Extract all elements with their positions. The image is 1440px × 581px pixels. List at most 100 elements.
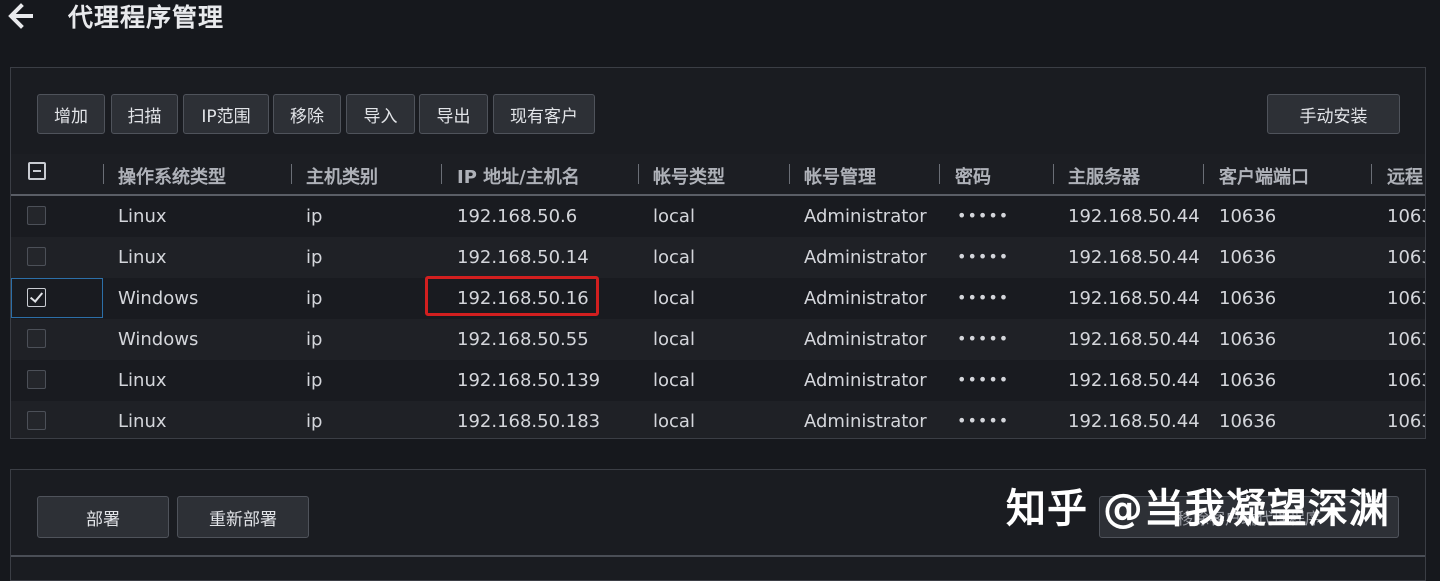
column-separator[interactable] (103, 164, 104, 184)
column-header-server[interactable]: 主服务器 (1068, 163, 1140, 189)
column-separator[interactable] (291, 164, 292, 184)
table-row[interactable]: Windows ip 192.168.50.55 local Administrator… (11, 319, 1425, 360)
cell-host-type: ip (306, 288, 323, 309)
table-row[interactable]: Linux ip 192.168.50.139 local Administrator •… (11, 360, 1425, 401)
cell-password: ••••• (957, 247, 1010, 266)
export-button[interactable]: 导出 (419, 94, 488, 134)
cell-client-port: 10636 (1219, 370, 1277, 391)
cell-host-type: ip (306, 247, 323, 268)
column-header-remote[interactable]: 远程 (1387, 163, 1423, 189)
cell-account-type: local (653, 206, 695, 227)
import-button[interactable]: 导入 (346, 94, 415, 134)
manual-install-button[interactable]: 手动安装 (1267, 94, 1400, 134)
column-separator[interactable] (441, 164, 442, 184)
cell-account: Administrator (804, 370, 927, 391)
row-checkbox[interactable] (27, 288, 46, 307)
column-separator[interactable] (638, 164, 639, 184)
existing-clients-button[interactable]: 现有客户 (493, 94, 595, 134)
cell-os: Linux (118, 206, 167, 227)
cell-account: Administrator (804, 329, 927, 350)
cell-server: 192.168.50.44 (1068, 411, 1200, 432)
highlight-box (425, 276, 599, 316)
cell-client-port: 10636 (1219, 329, 1277, 350)
cell-host-type: ip (306, 329, 323, 350)
cell-remote: 1063 (1387, 288, 1425, 309)
cell-host-type: ip (306, 206, 323, 227)
column-separator[interactable] (1053, 164, 1054, 184)
cell-account-type: local (653, 247, 695, 268)
cell-os: Windows (118, 329, 199, 350)
cell-host-type: ip (306, 370, 323, 391)
deploy-button[interactable]: 部署 (37, 496, 169, 538)
divider (11, 555, 1425, 557)
cell-server: 192.168.50.44 (1068, 329, 1200, 350)
cell-password: ••••• (957, 288, 1010, 307)
cell-server: 192.168.50.44 (1068, 206, 1200, 227)
column-header-client-port[interactable]: 客户端端口 (1219, 163, 1309, 189)
table-row[interactable]: Linux ip 192.168.50.14 local Administrator ••… (11, 237, 1425, 278)
cell-account-type: local (653, 288, 695, 309)
cell-ip: 192.168.50.6 (457, 206, 578, 227)
scan-button[interactable]: 扫描 (111, 94, 178, 134)
remove-button[interactable]: 移除 (273, 94, 341, 134)
cell-password: ••••• (957, 329, 1010, 348)
cell-os: Linux (118, 370, 167, 391)
column-header-host-type[interactable]: 主机类别 (306, 163, 378, 189)
row-checkbox[interactable] (27, 411, 46, 430)
cell-os: Linux (118, 247, 167, 268)
focused-cell (11, 278, 103, 318)
add-button[interactable]: 增加 (37, 94, 105, 134)
cell-ip: 192.168.50.183 (457, 411, 601, 432)
cell-account-type: local (653, 329, 695, 350)
redeploy-button[interactable]: 重新部署 (177, 496, 309, 538)
cell-account: Administrator (804, 206, 927, 227)
column-separator[interactable] (939, 164, 940, 184)
table-header: 操作系统类型 主机类别 IP 地址/主机名 帐号类型 帐号管理 密码 主服务器 … (11, 154, 1425, 196)
table-row[interactable]: Linux ip 192.168.50.6 local Administrator •••… (11, 196, 1425, 237)
column-header-os[interactable]: 操作系统类型 (118, 163, 226, 189)
column-header-password[interactable]: 密码 (955, 163, 991, 189)
column-header-account-type[interactable]: 帐号类型 (653, 163, 725, 189)
cell-ip: 192.168.50.14 (457, 247, 589, 268)
cell-ip: 192.168.50.55 (457, 329, 589, 350)
page-title: 代理程序管理 (68, 3, 225, 32)
arrow-left-icon[interactable] (6, 2, 36, 30)
column-header-ip[interactable]: IP 地址/主机名 (457, 163, 580, 189)
row-checkbox[interactable] (27, 206, 46, 225)
cell-client-port: 10636 (1219, 247, 1277, 268)
cell-account-type: local (653, 370, 695, 391)
cell-account-type: local (653, 411, 695, 432)
toolbar: 增加 扫描 IP范围 移除 导入 导出 现有客户 手动安装 (11, 94, 1425, 138)
cell-client-port: 10636 (1219, 411, 1277, 432)
cell-remote: 1063 (1387, 370, 1425, 391)
cell-remote: 1063 (1387, 411, 1425, 432)
column-separator[interactable] (1371, 164, 1372, 184)
cell-account: Administrator (804, 411, 927, 432)
cell-client-port: 10636 (1219, 288, 1277, 309)
select-all-checkbox[interactable] (28, 162, 46, 180)
cell-account: Administrator (804, 247, 927, 268)
table-row[interactable]: Linux ip 192.168.50.183 local Administrator •… (11, 401, 1425, 438)
row-checkbox[interactable] (27, 370, 46, 389)
cell-server: 192.168.50.44 (1068, 370, 1200, 391)
row-checkbox[interactable] (27, 329, 46, 348)
agent-panel: 增加 扫描 IP范围 移除 导入 导出 现有客户 手动安装 操作系统类型 主机类… (10, 67, 1426, 439)
cell-password: ••••• (957, 206, 1010, 225)
cell-host-type: ip (306, 411, 323, 432)
row-checkbox[interactable] (27, 247, 46, 266)
ip-range-button[interactable]: IP范围 (183, 94, 269, 134)
column-separator[interactable] (1203, 164, 1204, 184)
cell-remote: 1063 (1387, 329, 1425, 350)
cell-remote: 1063 (1387, 247, 1425, 268)
cell-password: ••••• (957, 370, 1010, 389)
page-header: 代理程序管理 (0, 0, 1440, 36)
cell-os: Windows (118, 288, 199, 309)
cell-os: Linux (118, 411, 167, 432)
column-separator[interactable] (789, 164, 790, 184)
table-row[interactable]: Windows ip 192.168.50.16 local Administrator… (11, 276, 1425, 319)
cell-remote: 1063 (1387, 206, 1425, 227)
cell-ip: 192.168.50.139 (457, 370, 601, 391)
cell-client-port: 10636 (1219, 206, 1277, 227)
column-header-account[interactable]: 帐号管理 (804, 163, 876, 189)
cell-account: Administrator (804, 288, 927, 309)
